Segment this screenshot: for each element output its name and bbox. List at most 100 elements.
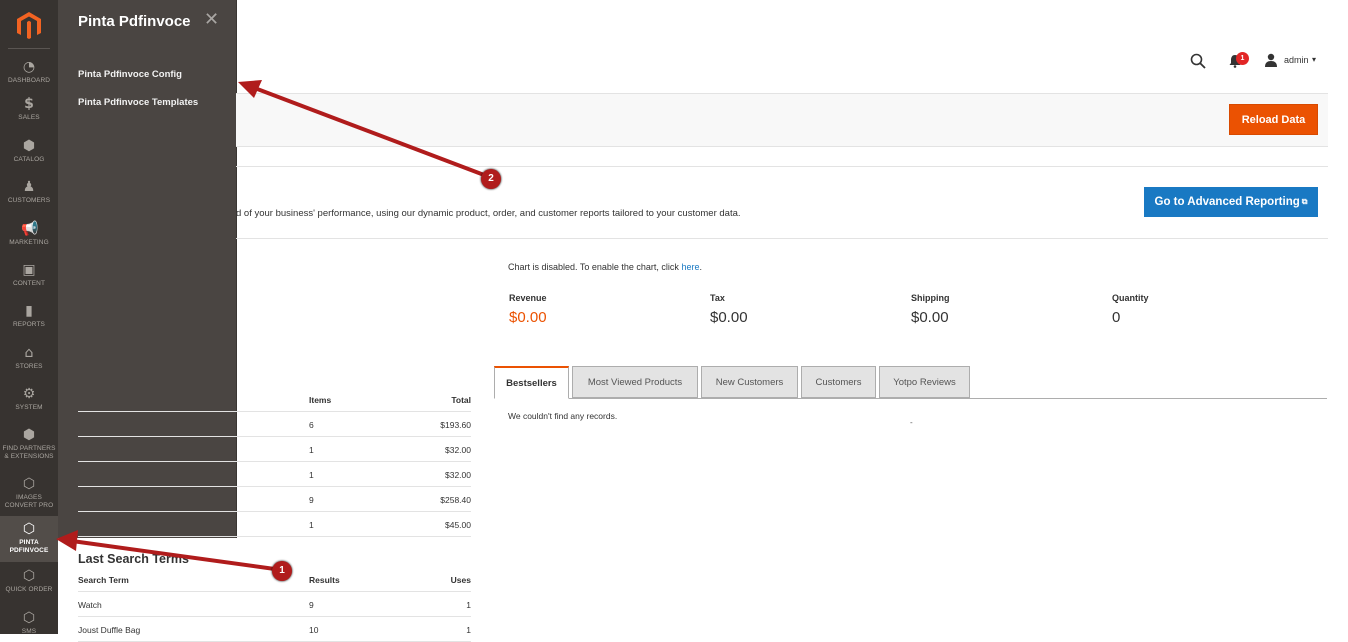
nav-item-find-partners[interactable]: ⬢ FIND PARTNERS & EXTENSIONS — [0, 428, 58, 461]
nav-item-images-convert-pro[interactable]: ⬡ IMAGES CONVERT PRO — [0, 477, 58, 510]
column-header-items: Items — [309, 395, 332, 405]
box-icon: ⬢ — [22, 427, 36, 443]
nav-label: SALES — [18, 114, 40, 121]
hexagon-icon: ⬡ — [22, 610, 36, 626]
cell-results: 9 — [309, 600, 314, 610]
table-row[interactable]: 1 $45.00 — [78, 512, 471, 537]
nav-item-sms[interactable]: ⬡ SMS — [0, 611, 58, 636]
store-icon: ⌂ — [24, 345, 34, 361]
notification-count-badge: 1 — [1236, 52, 1249, 65]
submenu-link-templates[interactable]: Pinta Pdfinvoce Templates — [78, 97, 198, 108]
nav-item-quick-order[interactable]: ⬡ QUICK ORDER — [0, 569, 58, 594]
advanced-reporting-button[interactable]: Go to Advanced Reporting ⧉ — [1144, 187, 1318, 217]
tab-customers[interactable]: Customers — [801, 366, 876, 398]
nav-label: STORES — [15, 363, 43, 370]
cell-items: 6 — [309, 420, 314, 430]
cell-uses: 1 — [466, 600, 471, 610]
nav-label: MARKETING — [9, 239, 49, 246]
megaphone-icon: 📢 — [21, 221, 39, 237]
total-value: $0.00 — [710, 309, 748, 326]
person-icon: ♟ — [22, 179, 36, 195]
total-shipping: Shipping $0.00 — [911, 293, 950, 326]
nav-item-pinta-pdfinvoce[interactable]: ⬡ PINTA PDFINVOCE — [0, 516, 58, 562]
table-row[interactable]: 1 $32.00 — [78, 437, 471, 462]
total-quantity: Quantity 0 — [1112, 293, 1149, 326]
chart-disabled-note: Chart is disabled. To enable the chart, … — [508, 262, 702, 272]
nav-item-system[interactable]: ⚙ SYSTEM — [0, 387, 58, 412]
tab-new-customers[interactable]: New Customers — [701, 366, 798, 398]
submenu-link-config[interactable]: Pinta Pdfinvoce Config — [78, 69, 182, 80]
nav-item-marketing[interactable]: 📢 MARKETING — [0, 222, 58, 247]
nav-item-customers[interactable]: ♟ CUSTOMERS — [0, 180, 58, 205]
cell-total: $193.60 — [440, 420, 471, 430]
hexagon-icon: ⬡ — [22, 476, 36, 492]
total-value: 0 — [1112, 309, 1121, 326]
admin-username[interactable]: admin — [1284, 55, 1309, 65]
annotation-marker-1: 1 — [272, 561, 292, 581]
placeholder-dash: - — [910, 418, 913, 427]
tab-yotpo-reviews[interactable]: Yotpo Reviews — [879, 366, 970, 398]
external-link-icon: ⧉ — [1301, 197, 1308, 206]
user-icon[interactable] — [1264, 53, 1278, 67]
total-value: $0.00 — [509, 309, 547, 326]
cell-items: 9 — [309, 495, 314, 505]
submenu-title: Pinta Pdfinvoce — [78, 13, 191, 30]
cube-icon: ⬢ — [22, 138, 36, 154]
cell-total: $32.00 — [445, 445, 471, 455]
total-revenue: Revenue $0.00 — [509, 293, 547, 326]
table-row[interactable]: Watch 9 1 — [78, 592, 471, 617]
nav-label: REPORTS — [12, 321, 45, 328]
nav-label: DASHBOARD — [7, 77, 51, 84]
annotation-marker-2: 2 — [481, 169, 501, 189]
table-row[interactable]: 1 $32.00 — [78, 462, 471, 487]
column-header-search-term: Search Term — [78, 575, 129, 585]
bar-chart-icon: ▮ — [25, 303, 33, 319]
section-title-last-search-terms: Last Search Terms — [78, 552, 189, 566]
page-actions-bar — [236, 93, 1328, 147]
table-row[interactable]: Joust Duffle Bag 10 1 — [78, 617, 471, 642]
close-icon[interactable]: ✕ — [204, 9, 219, 30]
magento-logo-icon[interactable] — [14, 10, 44, 40]
cell-total: $45.00 — [445, 520, 471, 530]
table-row[interactable]: 9 $258.40 — [78, 487, 471, 512]
total-label: Shipping — [911, 293, 950, 303]
chart-note-text: Chart is disabled. To enable the chart, … — [508, 262, 682, 272]
tab-most-viewed-products[interactable]: Most Viewed Products — [572, 366, 698, 398]
nav-separator — [8, 48, 50, 49]
column-header-total: Total — [451, 395, 471, 405]
total-label: Revenue — [509, 293, 547, 303]
search-icon[interactable] — [1190, 53, 1206, 69]
enable-chart-link[interactable]: here — [681, 262, 699, 272]
nav-item-sales[interactable]: $ SALES — [0, 97, 58, 122]
nav-label: QUICK ORDER — [5, 586, 53, 593]
hexagon-icon: ⬡ — [22, 568, 36, 584]
nav-item-stores[interactable]: ⌂ STORES — [0, 346, 58, 371]
nav-label: CATALOG — [13, 156, 45, 163]
nav-label: CONTENT — [12, 280, 46, 287]
chart-note-end: . — [699, 262, 702, 272]
chevron-down-icon[interactable]: ▾ — [1312, 55, 1316, 64]
cell-items: 1 — [309, 445, 314, 455]
nav-item-dashboard[interactable]: ◔ DASHBOARD — [0, 60, 58, 85]
dashboard-icon: ◔ — [22, 59, 36, 75]
column-header-uses: Uses — [450, 575, 471, 585]
layout-icon: ▣ — [22, 262, 36, 278]
gear-icon: ⚙ — [22, 386, 36, 402]
nav-item-catalog[interactable]: ⬢ CATALOG — [0, 139, 58, 164]
cell-total: $32.00 — [445, 470, 471, 480]
cell-search-term: Watch — [78, 600, 102, 610]
table-header-row: Items Total — [78, 387, 471, 412]
nav-item-content[interactable]: ▣ CONTENT — [0, 263, 58, 288]
divider — [236, 166, 1328, 167]
nav-label: SMS — [21, 628, 37, 635]
reload-data-button[interactable]: Reload Data — [1229, 104, 1318, 135]
nav-label: PINTA PDFINVOCE — [9, 539, 49, 554]
table-row[interactable]: 6 $193.60 — [78, 412, 471, 437]
nav-item-reports[interactable]: ▮ REPORTS — [0, 304, 58, 329]
tab-bestsellers[interactable]: Bestsellers — [494, 366, 569, 399]
cell-total: $258.40 — [440, 495, 471, 505]
total-label: Tax — [710, 293, 725, 303]
cell-items: 1 — [309, 520, 314, 530]
nav-label: IMAGES CONVERT PRO — [4, 494, 54, 509]
total-label: Quantity — [1112, 293, 1149, 303]
